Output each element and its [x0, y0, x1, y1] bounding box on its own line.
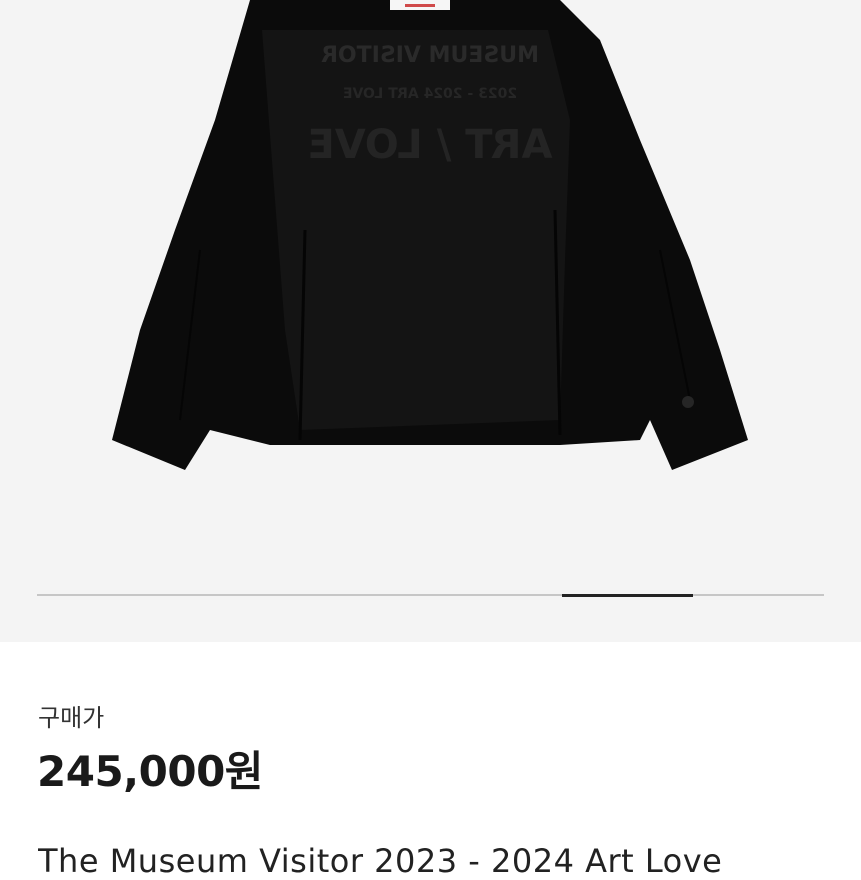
product-image: MUSEUM VISITOR 2023 - 2024 ART LOVE ART … [112, 0, 748, 470]
print-line3: ART / LOVE [308, 122, 553, 168]
gallery-pager [37, 593, 824, 597]
product-info: 구매가 245,000원 The Museum Visitor 2023 - 2… [0, 642, 861, 880]
gallery-pager-indicator [561, 593, 693, 597]
product-title: The Museum Visitor 2023 - 2024 Art Love [38, 842, 723, 880]
print-line1: MUSEUM VISITOR [321, 43, 539, 68]
print-line2: 2023 - 2024 ART LOVE [343, 86, 517, 102]
price-label: 구매가 [38, 704, 105, 732]
price-value: 245,000원 [37, 747, 263, 796]
product-image-gallery[interactable]: MUSEUM VISITOR 2023 - 2024 ART LOVE ART … [0, 0, 861, 642]
